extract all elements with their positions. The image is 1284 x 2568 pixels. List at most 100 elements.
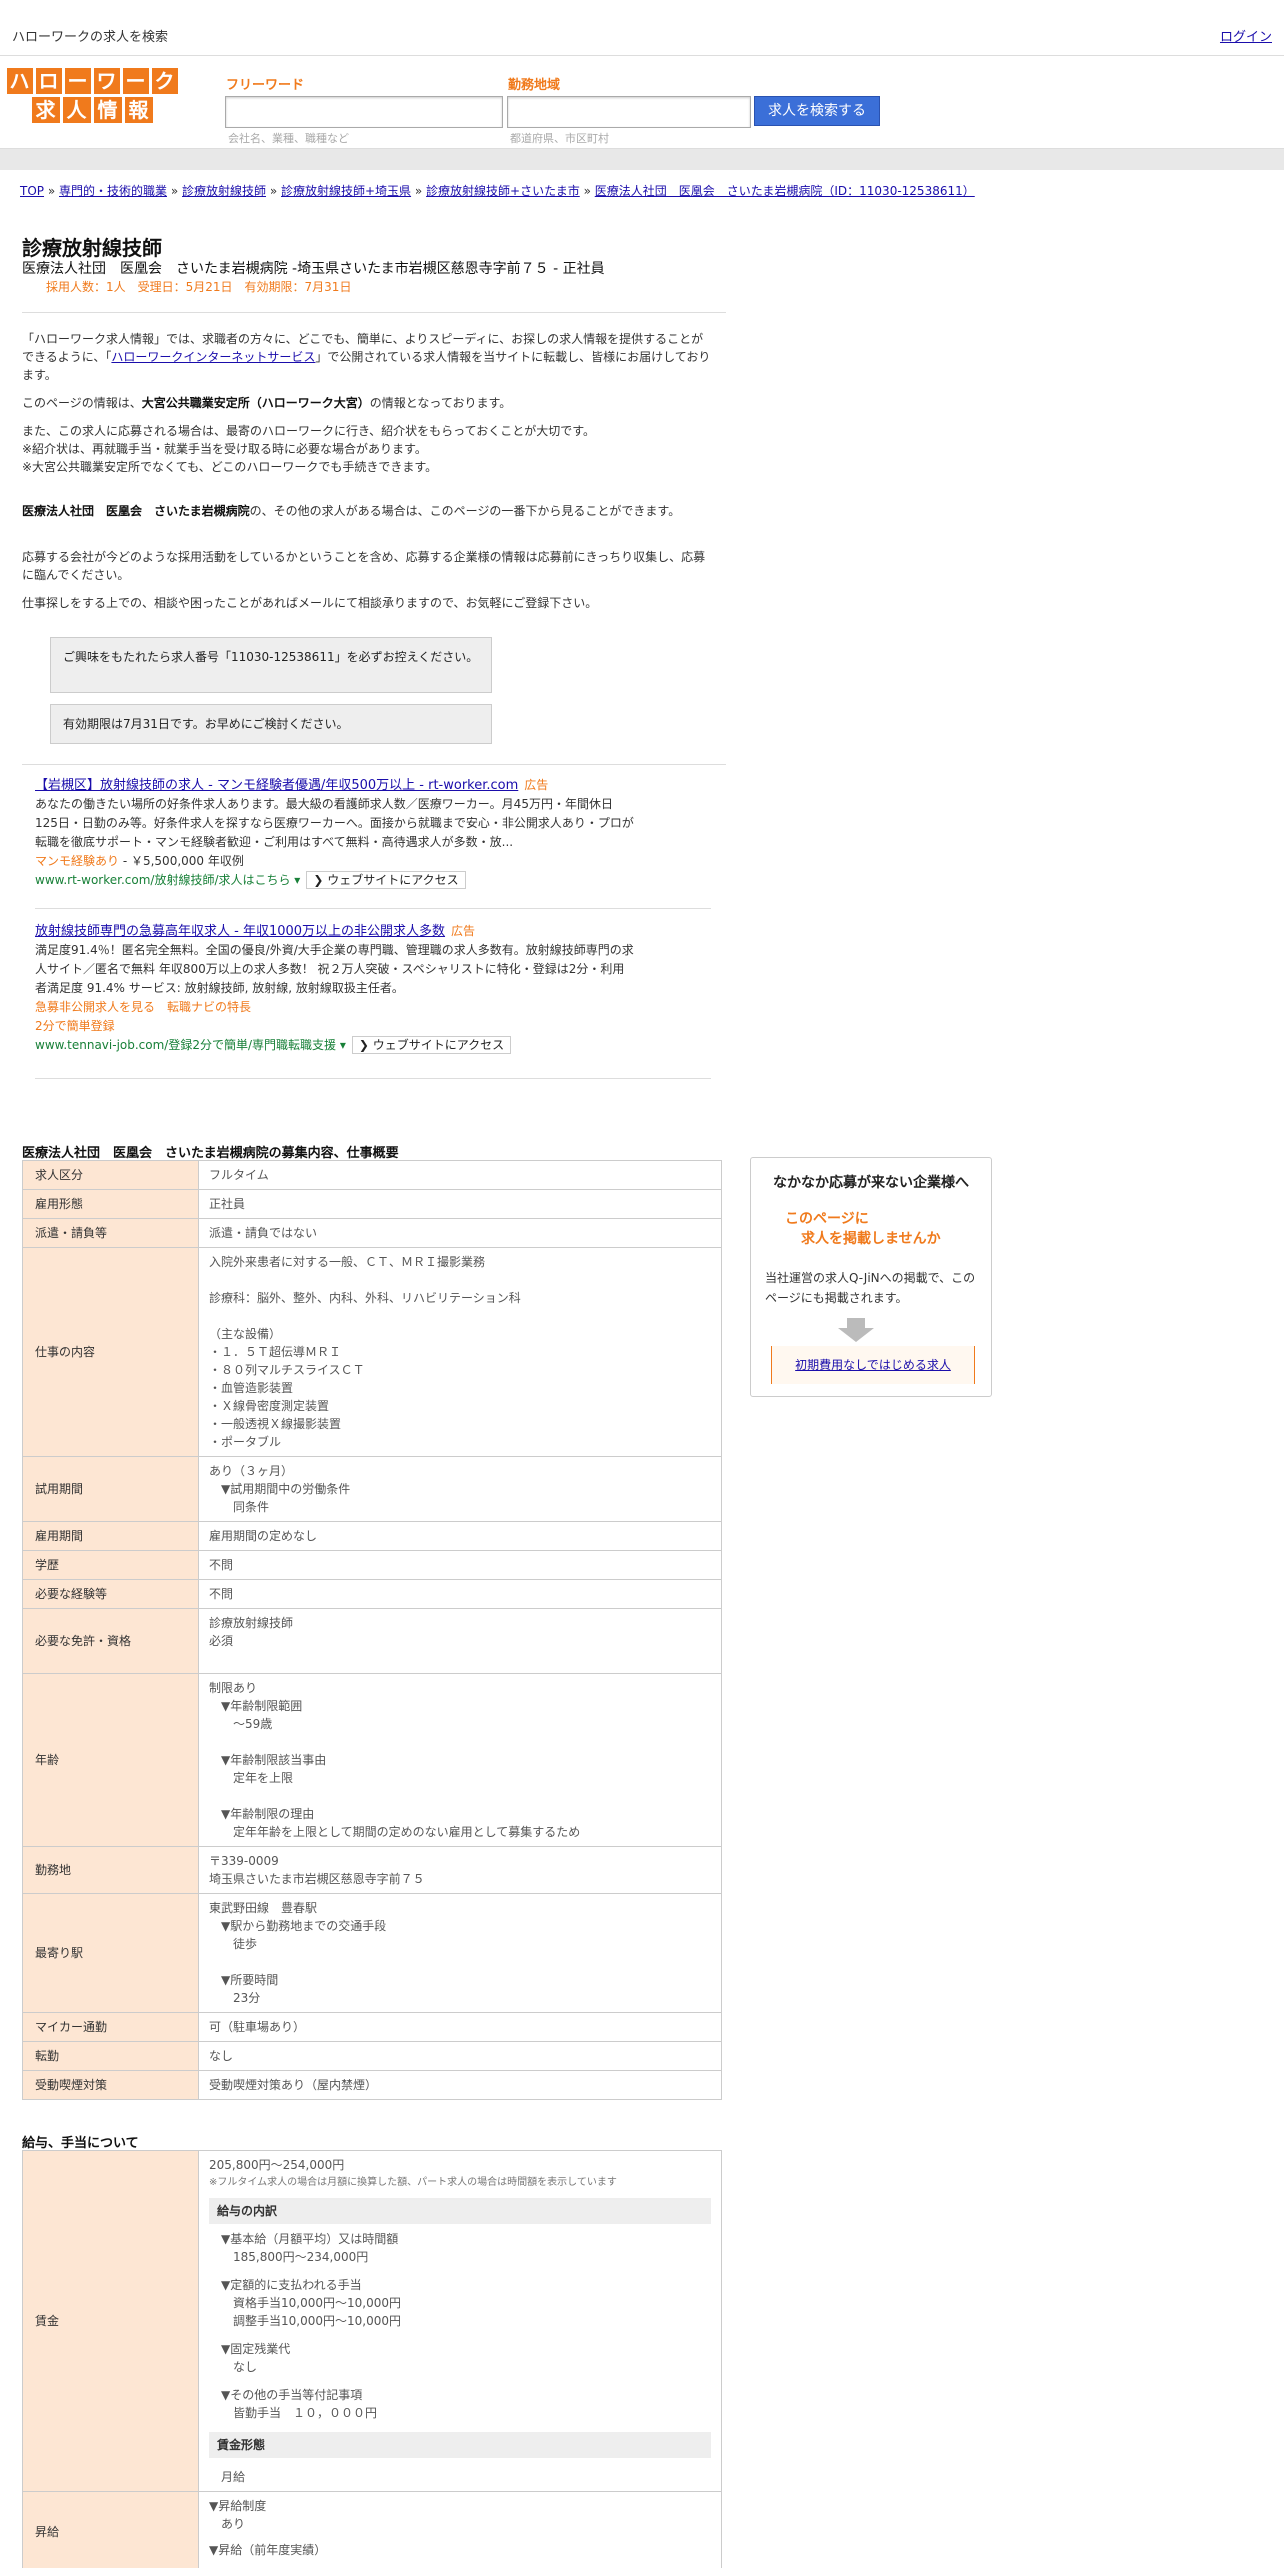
freeword-hint: 会社名、業種、職種など xyxy=(228,132,349,145)
row-label: 賃金 xyxy=(22,2150,199,2492)
table-row: 受動喫煙対策 受動喫煙対策あり（屋内禁煙） xyxy=(22,2070,722,2100)
row-value: 不問 xyxy=(198,1579,722,1609)
logo-tile: 報 xyxy=(124,97,153,123)
area-hint: 都道府県、市区町村 xyxy=(510,132,609,145)
login-link[interactable]: ログイン xyxy=(1220,26,1272,45)
intro-paragraph-6: 仕事探しをする上での、相談や困ったことがあればメールにて相談承りますので、お気軽… xyxy=(22,596,598,610)
row-label: 必要な経験等 xyxy=(22,1579,199,1609)
site-tagline: ハローワークの求人を検索 xyxy=(12,30,169,45)
salary-form-heading: 賃金形態 xyxy=(209,2432,711,2458)
row-label: 求人区分 xyxy=(22,1160,199,1190)
page-title: 診療放射線技師 xyxy=(22,236,162,260)
post-job-link[interactable]: 初期費用なしではじめる求人 xyxy=(771,1346,975,1384)
row-label: 勤務地 xyxy=(22,1846,199,1894)
area-label: 勤務地域 xyxy=(508,78,561,93)
logo-tile: 情 xyxy=(93,97,122,123)
area-input[interactable] xyxy=(507,96,751,128)
table-row: 雇用形態 正社員 xyxy=(22,1189,722,1219)
row-value: 受動喫煙対策あり（屋内禁煙） xyxy=(198,2070,722,2100)
logo-tile: ー xyxy=(122,68,149,94)
section-title-recruitment: 医療法人社団 医凰会 さいたま岩槻病院の募集内容、仕事概要 xyxy=(22,1146,399,1161)
divider xyxy=(35,908,711,909)
ad-sitelink[interactable]: 急募非公開求人を見る 転職ナビの特長 xyxy=(35,1000,251,1014)
ad-sitelink[interactable]: 2分で簡単登録 xyxy=(35,1019,115,1033)
ad-badge: 広告 xyxy=(524,778,549,792)
ad-url[interactable]: www.tennavi-job.com/登録2分で簡単/専門職転職支援 xyxy=(35,1038,336,1052)
row-value: 診療放射線技師 必須 xyxy=(198,1608,722,1674)
breadcrumb: TOP » 専門的・技術的職業 » 診療放射線技師 » 診療放射線技師+埼玉県 … xyxy=(20,184,975,198)
breadcrumb-link[interactable]: 診療放射線技師 xyxy=(182,184,266,198)
advertise-banner: なかなか応募が来ない企業様へ このページに 求人を掲載しませんか 当社運営の求人… xyxy=(750,1157,992,1397)
row-value: 雇用期間の定めなし xyxy=(198,1521,722,1551)
breadcrumb-link[interactable]: 診療放射線技師+さいたま市 xyxy=(426,184,580,198)
row-value: あり（３ヶ月） ▼試用期間中の労働条件 同条件 xyxy=(198,1456,722,1522)
row-value: 東武野田線 豊春駅 ▼駅から勤務地までの交通手段 徒歩 ▼所要時間 23分 xyxy=(198,1893,722,2013)
breadcrumb-link[interactable]: 診療放射線技師+埼玉県 xyxy=(281,184,411,198)
row-label: 昇給 xyxy=(22,2491,199,2568)
table-row: 必要な経験等 不問 xyxy=(22,1579,722,1609)
search-button[interactable]: 求人を検索する xyxy=(754,96,880,126)
row-value: ▼昇給制度 あり ▼昇給（前年度実績） xyxy=(198,2491,722,2568)
row-value: 正社員 xyxy=(198,1189,722,1219)
hellowork-logo[interactable]: ハローワーク 求人情報 xyxy=(4,68,180,126)
row-value: フルタイム xyxy=(198,1160,722,1190)
row-label: 年齢 xyxy=(22,1673,199,1847)
row-value: 不問 xyxy=(198,1550,722,1580)
banner-headline: このページに xyxy=(785,1211,869,1227)
row-label: 受動喫煙対策 xyxy=(22,2070,199,2100)
visit-website-button[interactable]: ❯ ウェブサイトにアクセス xyxy=(306,871,466,889)
freeword-input[interactable] xyxy=(225,96,503,128)
table-row: 年齢 制限あり ▼年齢制限範囲 〜59歳 ▼年齢制限該当事由 定年を上限 ▼年齢制… xyxy=(22,1673,722,1847)
table-row: 必要な免許・資格 診療放射線技師 必須 xyxy=(22,1608,722,1674)
table-row: 派遣・請負等 派遣・請負ではない xyxy=(22,1218,722,1248)
ad-badge: 広告 xyxy=(451,924,476,938)
breadcrumb-link[interactable]: 医療法人社団 医凰会 さいたま岩槻病院（ID：11030-12538611） xyxy=(595,184,975,198)
salary-table: 賃金 205,800円〜254,000円 ※フルタイム求人の場合は月額に換算した… xyxy=(22,2150,722,2568)
logo-tile: ロ xyxy=(35,68,62,94)
banner-heading: なかなか応募が来ない企業様へ xyxy=(773,1175,969,1191)
row-label: 雇用形態 xyxy=(22,1189,199,1219)
row-label: 派遣・請負等 xyxy=(22,1218,199,1248)
job-number-notice: ご興味をもたれたら求人番号「11030-12538611」を必ずお控えください。 xyxy=(50,637,492,693)
ad-title-link[interactable]: 放射線技師専門の急募高年収求人 - 年収1000万以上の非公開求人多数 xyxy=(35,924,445,939)
divider xyxy=(35,1078,711,1079)
row-label: 必要な免許・資格 xyxy=(22,1608,199,1674)
row-value: 〒339-0009 埼玉県さいたま市岩槻区慈恩寺字前７５ xyxy=(198,1846,722,1894)
logo-tile: ハ xyxy=(6,68,33,94)
intro-paragraph-5: 応募する会社が今どのような採用活動をしているかということを含め、応募する企業様の… xyxy=(22,550,706,582)
job-subtitle: 医療法人社団 医凰会 さいたま岩槻病院 -埼玉県さいたま市岩槻区慈恩寺字前７５ … xyxy=(22,261,605,277)
breadcrumb-link[interactable]: 専門的・技術的職業 xyxy=(59,184,167,198)
intro-paragraph-4: 医療法人社団 医凰会 さいたま岩槻病院の、その他の求人がある場合は、このページの… xyxy=(22,504,681,518)
table-row: 賃金 205,800円〜254,000円 ※フルタイム求人の場合は月額に換算した… xyxy=(22,2150,722,2492)
table-row: 仕事の内容 入院外来患者に対する一般、ＣＴ、ＭＲＩ撮影業務 診療科：脳外、整外、内… xyxy=(22,1247,722,1457)
banner-description: 当社運営の求人Q-JiNへの掲載で、このページにも掲載されます。 xyxy=(765,1271,976,1305)
ad-block: 放射線技師専門の急募高年収求人 - 年収1000万以上の非公開求人多数 広告 満足… xyxy=(35,924,634,1054)
salary-breakdown-heading: 給与の内訳 xyxy=(209,2198,711,2224)
ad-block: 【岩槻区】放射線技師の求人 - マンモ経験者優遇/年収500万以上 - rt-w… xyxy=(35,778,634,889)
row-label: 最寄り駅 xyxy=(22,1893,199,2013)
row-label: 試用期間 xyxy=(22,1456,199,1522)
row-value: 派遣・請負ではない xyxy=(198,1218,722,1248)
ad-url[interactable]: www.rt-worker.com/放射線技師/求人はこちら xyxy=(35,873,290,887)
table-row: 学歴 不問 xyxy=(22,1550,722,1580)
ad-title-link[interactable]: 【岩槻区】放射線技師の求人 - マンモ経験者優遇/年収500万以上 - rt-w… xyxy=(35,778,518,793)
table-row: 求人区分 フルタイム xyxy=(22,1160,722,1190)
job-details-table: 求人区分 フルタイム 雇用形態 正社員 派遣・請負等 派遣・請負ではない 仕事の内容 入院外来… xyxy=(22,1160,722,2100)
logo-tile: ク xyxy=(151,68,178,94)
hellowork-internet-service-link[interactable]: ハローワークインターネットサービス xyxy=(111,350,315,364)
breadcrumb-link[interactable]: TOP xyxy=(20,184,44,198)
freeword-label: フリーワード xyxy=(226,78,305,93)
divider xyxy=(22,312,726,313)
table-row: 最寄り駅 東武野田線 豊春駅 ▼駅から勤務地までの交通手段 徒歩 ▼所要時間 23… xyxy=(22,1893,722,2013)
expiry-notice: 有効期限は7月31日です。お早めにご検討ください。 xyxy=(50,704,492,744)
row-label: 転勤 xyxy=(22,2041,199,2071)
intro-paragraph-1: 「ハローワーク求人情報」では、求職者の方々に、どこでも、簡単に、よりスピーディに… xyxy=(22,332,711,382)
row-value: 可（駐車場あり） xyxy=(198,2012,722,2042)
logo-tile: 人 xyxy=(62,97,91,123)
ad-sitelink[interactable]: マンモ経験あり xyxy=(35,854,119,868)
visit-website-button[interactable]: ❯ ウェブサイトにアクセス xyxy=(351,1036,512,1054)
row-value: 205,800円〜254,000円 ※フルタイム求人の場合は月額に換算した額、パ… xyxy=(198,2150,722,2492)
logo-tile: ー xyxy=(64,68,91,94)
intro-paragraph-2: このページの情報は、大宮公共職業安定所（ハローワーク大宮）の情報となっております… xyxy=(22,396,512,410)
row-value: なし xyxy=(198,2041,722,2071)
